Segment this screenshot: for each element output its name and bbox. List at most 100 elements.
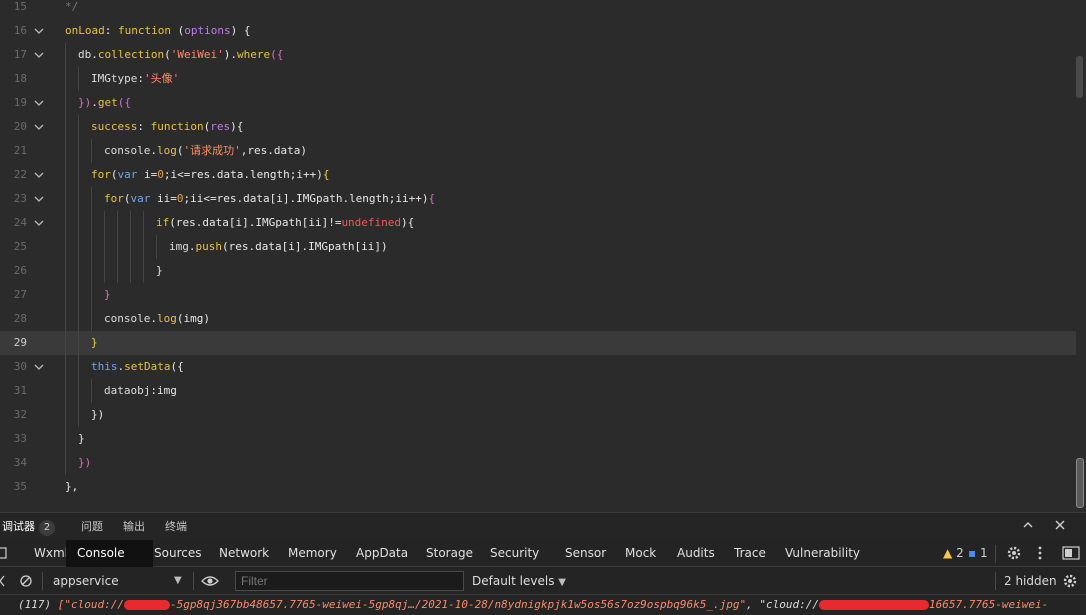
code-line[interactable]: 24 if(res.data[i].IMGpath[ii]!=undefined)…: [0, 211, 1076, 235]
tab-output[interactable]: 输出: [123, 513, 145, 541]
code-text: },: [65, 475, 78, 499]
editor-scrollbar[interactable]: [1076, 0, 1084, 512]
fold-chevron-icon[interactable]: [33, 97, 45, 109]
code-token: get: [97, 96, 118, 109]
devtools-tab-wxml[interactable]: Wxml: [34, 540, 68, 567]
code-editor[interactable]: 15 */16 onLoad: function (options) {17 db.c…: [0, 0, 1086, 512]
clear-console-icon[interactable]: [19, 567, 33, 595]
minimap-marker: [1076, 56, 1083, 98]
inspect-element-icon[interactable]: [0, 545, 8, 561]
fold-chevron-icon[interactable]: [33, 25, 45, 37]
code-line[interactable]: 33}: [0, 427, 1076, 451]
devtools-tab-memory[interactable]: Memory: [288, 540, 337, 567]
code-line[interactable]: 20 success: function(res){: [0, 115, 1076, 139]
console-log-entry[interactable]: (117) ["cloud:// -5gp8qj367bb48657.7765-w…: [18, 597, 1048, 613]
console-settings-gear-icon[interactable]: [1062, 567, 1078, 595]
eye-icon[interactable]: [201, 567, 219, 595]
code-line[interactable]: 23 for(var ii=0;ii<=res.data[i].IMGpath.l…: [0, 187, 1076, 211]
dock-side-icon[interactable]: [1062, 545, 1080, 561]
code-token: }): [91, 408, 105, 421]
context-select[interactable]: appservice ▼: [53, 567, 185, 595]
code-line[interactable]: 15 */: [0, 0, 1076, 19]
more-options-icon[interactable]: [1037, 545, 1043, 561]
code-line[interactable]: 22 for(var i=0;i<=res.data.length;i++){: [0, 163, 1076, 187]
devtools-tab-appdata[interactable]: AppData: [356, 540, 408, 567]
message-count-value: 1: [979, 546, 988, 560]
fold-chevron-icon[interactable]: [33, 121, 45, 133]
code-text: }): [91, 403, 104, 427]
code-text: db.collection('WeiWei').where({: [78, 43, 283, 67]
code-token: setData: [124, 360, 171, 373]
indent-guide: [130, 211, 131, 235]
code-line[interactable]: 18 IMGtype:'头像': [0, 67, 1076, 91]
log-text-1: ["cloud://: [57, 598, 124, 611]
settings-gear-icon[interactable]: [1006, 545, 1022, 561]
code-token: '头像': [143, 72, 180, 85]
indent-guide: [78, 187, 79, 211]
code-token: function: [150, 120, 204, 133]
code-line[interactable]: 31 dataobj:img: [0, 379, 1076, 403]
tab-terminal[interactable]: 终端: [165, 513, 187, 541]
code-line[interactable]: 34}): [0, 451, 1076, 475]
code-line[interactable]: 21 console.log('请求成功',res.data): [0, 139, 1076, 163]
devtools-tab-sources[interactable]: Sources: [154, 540, 201, 567]
code-line[interactable]: 16 onLoad: function (options) {: [0, 19, 1076, 43]
code-text: console.log('请求成功',res.data): [104, 139, 307, 163]
caret-down-icon: ▼: [558, 577, 566, 588]
line-number: 30: [13, 360, 27, 373]
code-line[interactable]: 17 db.collection('WeiWei').where({: [0, 43, 1076, 67]
code-token: 'WeiWei': [170, 48, 224, 61]
tab-problems[interactable]: 问题: [81, 513, 103, 541]
devtools-tabbar: Wxml Console Sources Network Memory AppData St…: [0, 540, 1086, 567]
code-line[interactable]: 32}): [0, 403, 1076, 427]
console-toolbar: appservice ▼ Default levels ▼ 2 hidden: [0, 567, 1086, 595]
devtools-tab-vulnerability[interactable]: Vulnerability: [785, 540, 860, 567]
devtools-tab-audits[interactable]: Audits: [677, 540, 715, 567]
code-text: }: [91, 331, 98, 355]
code-line[interactable]: 25 img.push(res.data[i].IMGpath[ii]): [0, 235, 1076, 259]
code-line[interactable]: 26}: [0, 259, 1076, 283]
line-number: 22: [13, 168, 27, 181]
indent-guide: [143, 259, 144, 283]
code-line[interactable]: 29}: [0, 331, 1076, 355]
devtools-tab-sensor[interactable]: Sensor: [565, 540, 606, 567]
devtools-tab-storage[interactable]: Storage: [426, 540, 473, 567]
filter-input[interactable]: [235, 571, 464, 591]
tab-debugger[interactable]: 调试器 2: [2, 513, 55, 541]
levels-dropdown[interactable]: Default levels ▼: [472, 567, 566, 595]
code-text: }).get({: [78, 91, 131, 115]
log-count: (117): [18, 598, 52, 611]
message-count[interactable]: ▪ 1: [968, 545, 988, 561]
indent-guide: [156, 235, 157, 259]
code-line[interactable]: 27}: [0, 283, 1076, 307]
close-icon[interactable]: [1052, 519, 1068, 535]
log-text-3: , "cloud://: [746, 598, 820, 611]
devtools-tab-security[interactable]: Security: [490, 540, 539, 567]
fold-chevron-icon[interactable]: [33, 49, 45, 61]
devtools-tab-mock[interactable]: Mock: [625, 540, 656, 567]
code-token: (: [170, 24, 185, 37]
fold-chevron-icon[interactable]: [33, 169, 45, 181]
devtools-tab-trace[interactable]: Trace: [734, 540, 766, 567]
indent-guide: [78, 115, 79, 139]
chevron-up-icon[interactable]: [1020, 519, 1036, 535]
sidebar-toggle-icon[interactable]: [0, 567, 8, 595]
code-token: 0: [176, 192, 184, 205]
code-line[interactable]: 19}).get({: [0, 91, 1076, 115]
code-token: console: [104, 144, 151, 157]
code-line[interactable]: 35},: [0, 475, 1076, 499]
code-line[interactable]: 30 this.setData({: [0, 355, 1076, 379]
indent-guide: [65, 451, 66, 475]
code-line[interactable]: 28 console.log(img): [0, 307, 1076, 331]
warning-count[interactable]: ▲ 2: [943, 545, 964, 561]
console-output[interactable]: (117) ["cloud:// -5gp8qj367bb48657.7765-w…: [0, 595, 1086, 615]
devtools-tab-network[interactable]: Network: [219, 540, 269, 567]
fold-chevron-icon[interactable]: [33, 217, 45, 229]
code-token: img: [169, 240, 189, 253]
devtools-tab-console[interactable]: Console: [66, 540, 153, 567]
line-number: 25: [13, 240, 27, 253]
scrollbar-thumb[interactable]: [1076, 458, 1084, 508]
fold-chevron-icon[interactable]: [33, 361, 45, 373]
indent-guide: [78, 235, 79, 259]
fold-chevron-icon[interactable]: [33, 193, 45, 205]
